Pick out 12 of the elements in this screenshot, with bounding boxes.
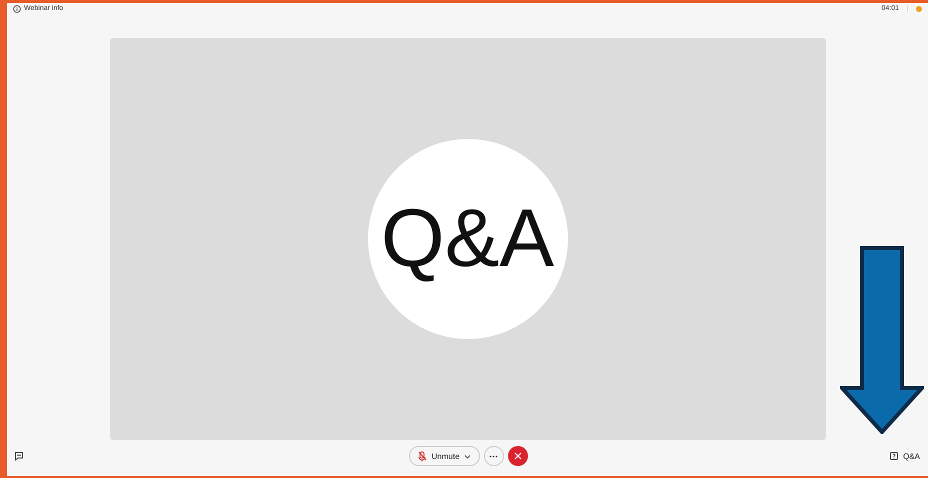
ellipsis-icon xyxy=(489,454,498,458)
qa-button[interactable]: Q&A xyxy=(890,452,920,461)
muted-microphone-icon xyxy=(418,450,428,462)
chat-icon[interactable] xyxy=(14,451,24,462)
status-dot-icon xyxy=(916,6,922,12)
stage-label: Q&A xyxy=(380,192,554,286)
question-icon xyxy=(890,452,898,460)
info-icon[interactable] xyxy=(13,4,21,13)
unmute-button[interactable]: Unmute xyxy=(408,446,480,466)
close-icon xyxy=(514,452,522,460)
leave-button[interactable] xyxy=(508,446,528,466)
caret-icon xyxy=(464,454,471,459)
